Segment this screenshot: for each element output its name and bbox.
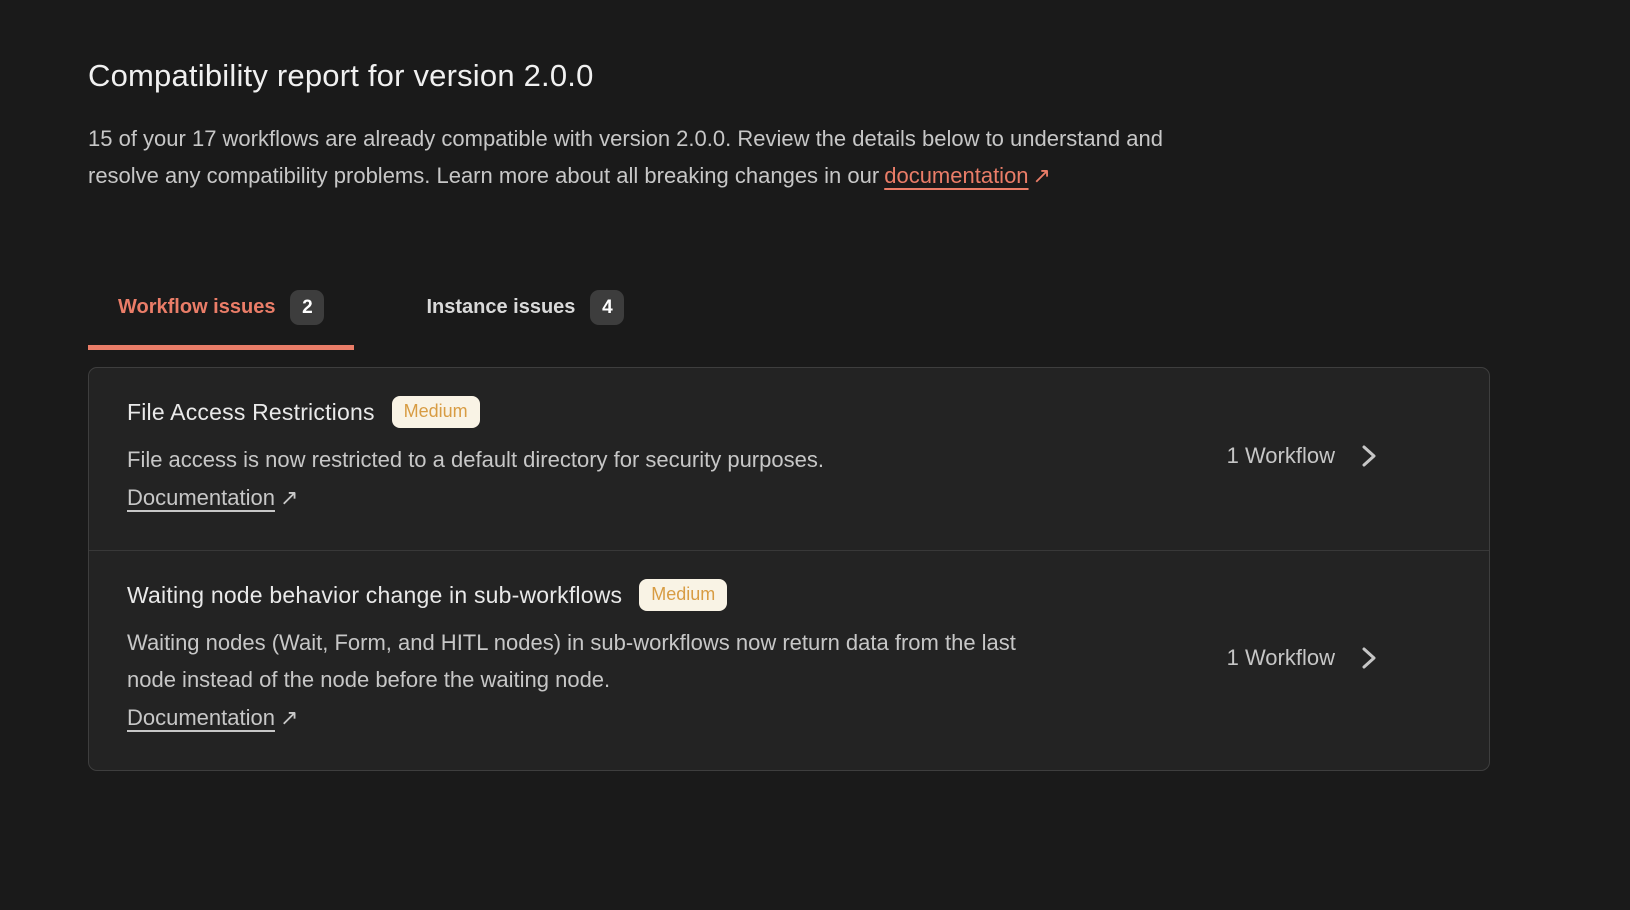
chevron-right-icon[interactable] [1361, 646, 1377, 670]
issue-content: Waiting node behavior change in sub-work… [127, 579, 1067, 736]
tab-label: Instance issues [426, 296, 575, 319]
issue-title: Waiting node behavior change in sub-work… [127, 582, 622, 609]
tab-label: Workflow issues [118, 296, 275, 319]
workflow-count: 1 Workflow [1227, 443, 1335, 469]
issue-content: File Access Restrictions Medium File acc… [127, 396, 824, 516]
compatibility-report-page: Compatibility report for version 2.0.0 1… [0, 0, 1630, 771]
issue-meta: 1 Workflow [1227, 443, 1377, 469]
issue-doc-line: Documentation↗ [127, 699, 1067, 736]
documentation-link[interactable]: documentation [884, 163, 1028, 188]
count-badge: 4 [590, 290, 624, 325]
page-title: Compatibility report for version 2.0.0 [88, 58, 1490, 94]
issue-row-waiting-node[interactable]: Waiting node behavior change in sub-work… [89, 550, 1489, 770]
chevron-right-icon[interactable] [1361, 444, 1377, 468]
documentation-link[interactable]: Documentation [127, 705, 275, 730]
severity-badge: Medium [392, 396, 480, 428]
issue-title: File Access Restrictions [127, 399, 375, 426]
issue-description: File access is now restricted to a defau… [127, 441, 824, 478]
tab-instance-issues[interactable]: Instance issues 4 [396, 282, 654, 350]
issue-description: Waiting nodes (Wait, Form, and HITL node… [127, 624, 1067, 698]
external-link-icon: ↗ [1033, 163, 1051, 188]
page-description: 15 of your 17 workflows are already comp… [88, 120, 1188, 194]
issues-card: File Access Restrictions Medium File acc… [88, 367, 1490, 771]
external-link-icon: ↗ [280, 485, 298, 510]
issue-title-line: Waiting node behavior change in sub-work… [127, 579, 1067, 611]
workflow-count: 1 Workflow [1227, 645, 1335, 671]
tab-workflow-issues[interactable]: Workflow issues 2 [88, 282, 354, 350]
documentation-link[interactable]: Documentation [127, 485, 275, 510]
external-link-icon: ↗ [280, 705, 298, 730]
tabs: Workflow issues 2 Instance issues 4 [88, 282, 1490, 350]
issue-row-file-access[interactable]: File Access Restrictions Medium File acc… [89, 368, 1489, 550]
issue-meta: 1 Workflow [1227, 645, 1377, 671]
issue-doc-line: Documentation↗ [127, 479, 824, 516]
severity-badge: Medium [639, 579, 727, 611]
count-badge: 2 [290, 290, 324, 325]
issue-title-line: File Access Restrictions Medium [127, 396, 824, 428]
